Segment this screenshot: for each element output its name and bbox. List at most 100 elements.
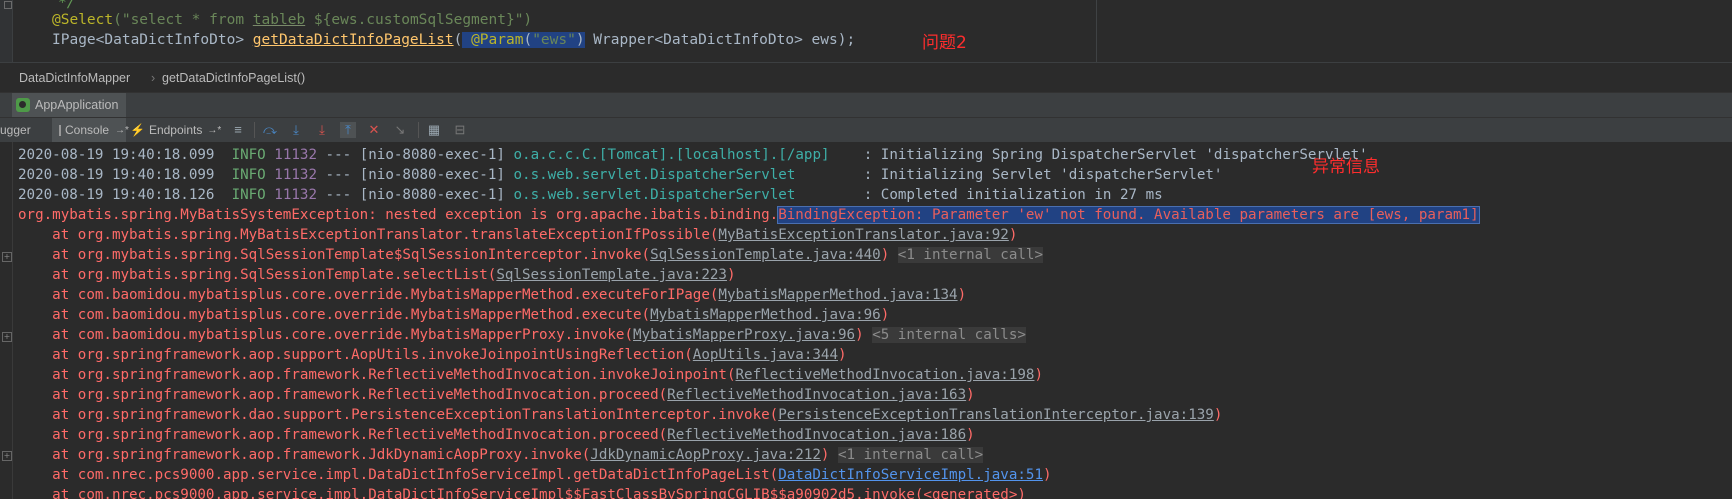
- fold-marker-icon[interactable]: [4, 1, 12, 9]
- breadcrumb-item-method[interactable]: getDataDictInfoPageList(): [162, 71, 305, 85]
- log-separator: ---: [317, 147, 360, 163]
- step-out-icon[interactable]: ⤒: [340, 122, 356, 138]
- stack-frame-close: ): [726, 267, 736, 283]
- internal-calls-fold[interactable]: <1 internal call>: [897, 247, 1044, 263]
- stack-frame-link[interactable]: DataDictInfoServiceImpl.java:51: [778, 467, 1043, 483]
- tab-endpoints[interactable]: ⚡ Endpoints →*: [130, 118, 226, 142]
- drop-frame-icon[interactable]: ✕: [366, 122, 382, 138]
- stack-frame-link[interactable]: MybatisMapperMethod.java:134: [718, 287, 957, 303]
- internal-calls-fold[interactable]: <5 internal calls>: [872, 327, 1026, 343]
- log-pid: 11132: [274, 187, 317, 203]
- stack-frame-close: ): [1043, 467, 1052, 483]
- stack-frame-link[interactable]: SqlSessionTemplate.java:440: [650, 247, 881, 263]
- stack-frame-close: ): [820, 447, 830, 463]
- exception-selected-text[interactable]: BindingException: Parameter 'ew' not fou…: [777, 206, 1480, 224]
- stack-frame-text: at org.mybatis.spring.MyBatisExceptionTr…: [18, 227, 719, 243]
- stack-frame: at org.springframework.aop.framework.Ref…: [18, 425, 1479, 445]
- log-logger: o.s.web.servlet.DispatcherServlet: [513, 187, 847, 203]
- force-step-into-icon[interactable]: ⤓: [314, 122, 330, 138]
- stack-frame: at org.springframework.aop.framework.Jdk…: [18, 445, 1479, 465]
- debug-toolbar: ugger Console →* ⚡ Endpoints →* ≡ ⤼ ⤓ ⤓ …: [0, 117, 1732, 143]
- log-message: : Completed initialization in 27 ms: [863, 187, 1163, 203]
- stack-frame-link[interactable]: SqlSessionTemplate.java:223: [496, 267, 727, 283]
- step-into-icon[interactable]: ⤓: [288, 122, 304, 138]
- stack-frame: at com.nrec.pcs9000.app.service.impl.Dat…: [18, 465, 1479, 485]
- console-lines: 2020-08-19 19:40:18.099 INFO 11132 --- […: [18, 145, 1480, 499]
- stack-frame-link[interactable]: JdkDynamicAopProxy.java:212: [590, 447, 821, 463]
- expand-icon[interactable]: +: [2, 252, 12, 262]
- code-line-select: @Select("select * from tableb ${ews.cust…: [52, 12, 533, 28]
- internal-calls-fold[interactable]: <1 internal call>: [838, 447, 984, 463]
- stack-frame-close: ): [1213, 407, 1223, 423]
- stack-frame-link[interactable]: ReflectiveMethodInvocation.java:163: [667, 387, 966, 403]
- log-level: INFO: [231, 187, 266, 203]
- right-margin-guide: [1096, 0, 1097, 62]
- run-tab-appapplication[interactable]: AppApplication: [12, 93, 127, 119]
- stack-frame-close: ): [1008, 227, 1018, 243]
- run-tab-label: AppApplication: [35, 98, 119, 112]
- stack-frame-link[interactable]: AopUtils.java:344: [693, 347, 838, 363]
- log-line: 2020-08-19 19:40:18.099 INFO 11132 --- […: [18, 145, 1479, 165]
- evaluate-icon[interactable]: ▦: [426, 122, 442, 138]
- stack-frame-text: at org.springframework.aop.framework.Ref…: [18, 427, 668, 443]
- toolbar-divider: [418, 122, 419, 138]
- method-name: getDataDictInfoPageList: [252, 32, 454, 48]
- stack-frame-text: at org.mybatis.spring.SqlSessionTemplate…: [18, 267, 497, 283]
- breadcrumb-item-mapper[interactable]: DataDictInfoMapper: [19, 71, 130, 85]
- stack-frame: at com.baomidou.mybatisplus.core.overrid…: [18, 305, 1479, 325]
- log-logger: o.a.c.c.C.[Tomcat].[localhost].[/app]: [513, 147, 847, 163]
- log-message: : Initializing Servlet 'dispatcherServle…: [863, 167, 1223, 183]
- stack-frame-link[interactable]: MybatisMapperMethod.java:96: [650, 307, 881, 323]
- tab-console[interactable]: Console →*: [52, 118, 129, 142]
- endpoints-pin-icon: →*: [207, 124, 222, 136]
- step-over-icon[interactable]: ⤼: [262, 122, 278, 138]
- question-annotation: 问题2: [922, 33, 967, 53]
- stack-frame-close: ): [966, 387, 975, 403]
- breadcrumb-separator: ›: [151, 71, 156, 85]
- editor-gutter: [0, 0, 13, 62]
- run-to-cursor-icon[interactable]: ↘: [392, 122, 408, 138]
- menu-icon[interactable]: ≡: [230, 122, 246, 138]
- expand-icon[interactable]: +: [2, 451, 12, 461]
- stack-frame-link[interactable]: ReflectiveMethodInvocation.java:186: [667, 427, 966, 443]
- stack-frame-text: at com.baomidou.mybatisplus.core.overrid…: [18, 327, 633, 343]
- stack-frame-text: at org.springframework.aop.framework.Jdk…: [18, 447, 591, 463]
- stack-frame: at org.springframework.aop.framework.Ref…: [18, 365, 1479, 385]
- expand-icon[interactable]: +: [2, 332, 12, 342]
- log-level: INFO: [231, 147, 266, 163]
- log-line: 2020-08-19 19:40:18.126 INFO 11132 --- […: [18, 185, 1479, 205]
- stack-frame-text: at org.springframework.aop.framework.Ref…: [18, 367, 736, 383]
- stack-frame: at com.nrec.pcs9000.app.service.impl.Dat…: [18, 485, 1479, 499]
- log-timestamp: 2020-08-19 19:40:18.126: [18, 187, 215, 203]
- log-thread: [nio-8080-exec-1]: [359, 147, 505, 163]
- log-timestamp: 2020-08-19 19:40:18.099: [18, 167, 215, 183]
- stack-frame: at com.baomidou.mybatisplus.core.overrid…: [18, 285, 1479, 305]
- stack-frame-link[interactable]: PersistenceExceptionTranslationIntercept…: [778, 407, 1214, 423]
- breadcrumb: DataDictInfoMapper › getDataDictInfoPage…: [0, 62, 1732, 93]
- log-line: 2020-08-19 19:40:18.099 INFO 11132 --- […: [18, 165, 1479, 185]
- stack-frame: at org.mybatis.spring.MyBatisExceptionTr…: [18, 225, 1479, 245]
- stack-frame-close: ): [1034, 367, 1044, 383]
- stack-frame-close: ): [880, 307, 890, 323]
- stack-frame-text: at org.springframework.aop.framework.Ref…: [18, 387, 668, 403]
- code-editor[interactable]: */ @Select("select * from tableb ${ews.c…: [0, 0, 1732, 62]
- run-tool-window-header: AppApplication: [0, 92, 1732, 119]
- stack-frame-text: at com.baomidou.mybatisplus.core.overrid…: [18, 307, 651, 323]
- stack-frame-link[interactable]: ReflectiveMethodInvocation.java:198: [736, 367, 1035, 383]
- console-icon: [59, 124, 61, 136]
- stack-frame: at org.springframework.dao.support.Persi…: [18, 405, 1479, 425]
- stack-frame-text: at com.nrec.pcs9000.app.service.impl.Dat…: [18, 467, 779, 483]
- stack-frame: at org.springframework.aop.support.AopUt…: [18, 345, 1479, 365]
- log-thread: [nio-8080-exec-1]: [359, 167, 505, 183]
- tab-debugger-label: ugger: [0, 123, 31, 137]
- stack-frame: at org.springframework.aop.framework.Ref…: [18, 385, 1479, 405]
- tab-endpoints-label: Endpoints: [148, 123, 203, 137]
- console-output[interactable]: + + + 异常信息 2020-08-19 19:40:18.099 INFO …: [0, 142, 1732, 499]
- spring-boot-icon: [16, 98, 30, 112]
- stack-frame-link[interactable]: MyBatisExceptionTranslator.java:92: [718, 227, 1008, 243]
- exception-line: org.mybatis.spring.MyBatisSystemExceptio…: [18, 205, 1480, 225]
- stack-frame-link[interactable]: MybatisMapperProxy.java:96: [633, 327, 855, 343]
- trace-icon[interactable]: ⊟: [452, 122, 468, 138]
- tab-debugger[interactable]: ugger: [0, 118, 52, 142]
- stack-frame-close: ): [855, 327, 864, 343]
